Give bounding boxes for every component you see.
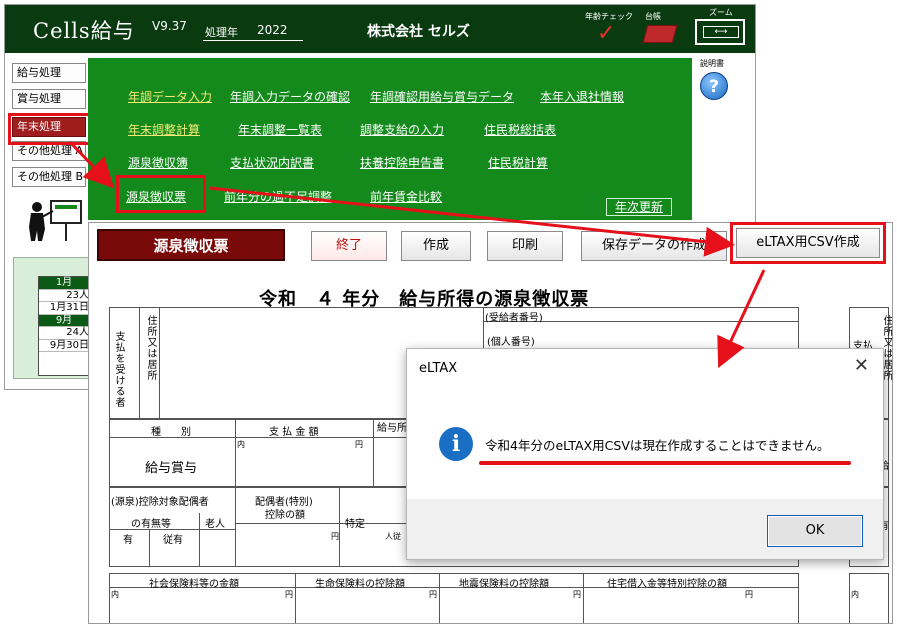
yen-mark: 円 — [745, 590, 753, 599]
yen-mark: 円 — [573, 590, 581, 599]
income-header: 給与所 — [377, 423, 407, 434]
personal-no-label: (個人番号) — [487, 337, 535, 348]
calendar-table: 1月 23人 1月31日 9月 24人 9月30日 — [38, 276, 94, 376]
year-value: 2022 — [257, 23, 288, 37]
menu-link[interactable]: 前年賃金比較 — [370, 188, 442, 205]
company-name: 株式会社 セルズ — [367, 24, 470, 40]
specific-label: 特定 — [345, 519, 365, 530]
person-mark: 人 — [385, 532, 393, 541]
menu-link[interactable]: 年末調整計算 — [128, 121, 200, 138]
dialog-message: 令和4年分のeLTAX用CSVは現在作成することはできません。 — [485, 438, 830, 453]
yes-label: 有 — [123, 535, 133, 546]
right-inner-mark: 内 — [851, 590, 859, 599]
age-check-icon[interactable]: ✓ — [597, 21, 615, 46]
housing-label: 住宅借入金等特別控除の額 — [607, 579, 727, 590]
print-button[interactable]: 印刷 — [487, 231, 563, 261]
ledger-book-icon[interactable] — [642, 25, 678, 43]
sidebar-item-salary[interactable]: 給与処理 — [12, 63, 86, 83]
eltax-dialog: eLTAX ✕ i 令和4年分のeLTAX用CSVは現在作成することはできません… — [406, 348, 884, 560]
menu-link[interactable]: 年調データ入力 — [128, 88, 212, 105]
zoom-button[interactable]: ⟷ — [695, 19, 745, 45]
gensen-highlight — [116, 175, 206, 213]
menu-link[interactable]: 住民税総括表 — [484, 121, 556, 138]
spouse-sub-label: の有無等 — [131, 519, 171, 530]
life-ins-label: 生命保険料の控除額 — [315, 579, 405, 590]
menu-link[interactable]: 年調入力データの確認 — [230, 88, 350, 105]
presenter-icon — [29, 200, 82, 241]
menu-link[interactable]: 住民税計算 — [488, 154, 548, 171]
calendar-count: 24人 — [39, 327, 93, 340]
year-end-highlight — [8, 113, 92, 145]
dialog-footer: OK — [407, 499, 883, 559]
calendar-panel: 1月 23人 1月31日 9月 24人 9月30日 — [13, 257, 97, 379]
doc-title: 源泉徴収票 — [97, 229, 285, 261]
menu-link[interactable]: 支払状況内訳書 — [230, 154, 314, 171]
menu-link[interactable]: 年末調整一覧表 — [238, 121, 322, 138]
menu-link[interactable]: 前年分の過不足調整 — [224, 188, 332, 205]
elder-label: 老人 — [205, 519, 225, 530]
help-icon[interactable]: ? — [700, 72, 728, 100]
calendar-date: 9月30日 — [39, 340, 93, 352]
amount-header: 支 払 金 額 — [269, 427, 319, 438]
app-header: Cells給与 V9.37 処理年 2022 株式会社 セルズ 年齢チェック ✓… — [5, 5, 755, 53]
menu-link[interactable]: 年調確認用給与賞与データ — [370, 88, 514, 105]
type-header: 種 別 — [151, 427, 191, 438]
yen-mark: 円 — [331, 532, 339, 541]
yen-mark: 円 — [429, 590, 437, 599]
close-icon[interactable]: ✕ — [854, 355, 869, 376]
calendar-month: 1月 — [39, 277, 93, 290]
yen-mark: 円 — [285, 590, 293, 599]
spouse-special-label2: 控除の額 — [265, 510, 305, 521]
year-update-button[interactable]: 年次更新 — [606, 198, 672, 216]
ledger-label: 台帳 — [645, 12, 661, 21]
recipient-no-label: (受給者番号) — [485, 313, 543, 324]
save-data-button[interactable]: 保存データの作成 — [581, 231, 727, 261]
version-label: V9.37 — [152, 19, 187, 33]
payee-label: 支払を受ける者 — [113, 331, 124, 408]
menu-link[interactable]: 調整支給の入力 — [360, 121, 444, 138]
app-title: Cells給与 — [33, 19, 135, 43]
menu-link[interactable]: 源泉徴収簿 — [128, 154, 188, 171]
inner-mark: 内 — [237, 440, 245, 449]
calendar-month: 9月 — [39, 314, 93, 327]
yen-mark: 円 — [355, 440, 363, 449]
quake-ins-label: 地震保険料の控除額 — [459, 579, 549, 590]
sidebar-item-bonus[interactable]: 賞与処理 — [12, 89, 86, 109]
type-value: 給与賞与 — [145, 461, 198, 476]
end-button[interactable]: 終了 — [311, 231, 387, 261]
calendar-date: 1月31日 — [39, 302, 93, 315]
csv-button-highlight — [730, 222, 886, 264]
year-label: 処理年 — [203, 24, 303, 41]
address-label: 住所又は居所 — [145, 315, 156, 381]
social-ins-label: 社会保険料等の金額 — [149, 579, 239, 590]
zoom-label: ズーム — [709, 8, 733, 17]
menu-link[interactable]: 本年入退社情報 — [540, 88, 624, 105]
create-button[interactable]: 作成 — [401, 231, 471, 261]
help-label: 説明書 — [700, 59, 724, 68]
message-underline — [479, 461, 851, 465]
info-icon: i — [439, 427, 473, 461]
from-mark: 従 — [393, 532, 401, 541]
menu-link[interactable]: 扶養控除申告書 — [360, 154, 444, 171]
from-yes-label: 従有 — [163, 535, 183, 546]
calendar-count: 23人 — [39, 290, 93, 302]
zoom-arrows-icon: ⟷ — [703, 26, 739, 38]
dialog-title: eLTAX — [419, 361, 458, 376]
spouse-label: (源泉)控除対象配偶者 — [111, 497, 209, 508]
inner-mark: 内 — [111, 590, 119, 599]
sidebar-item-other-b[interactable]: その他処理 B — [12, 167, 86, 187]
ok-button[interactable]: OK — [767, 515, 863, 547]
